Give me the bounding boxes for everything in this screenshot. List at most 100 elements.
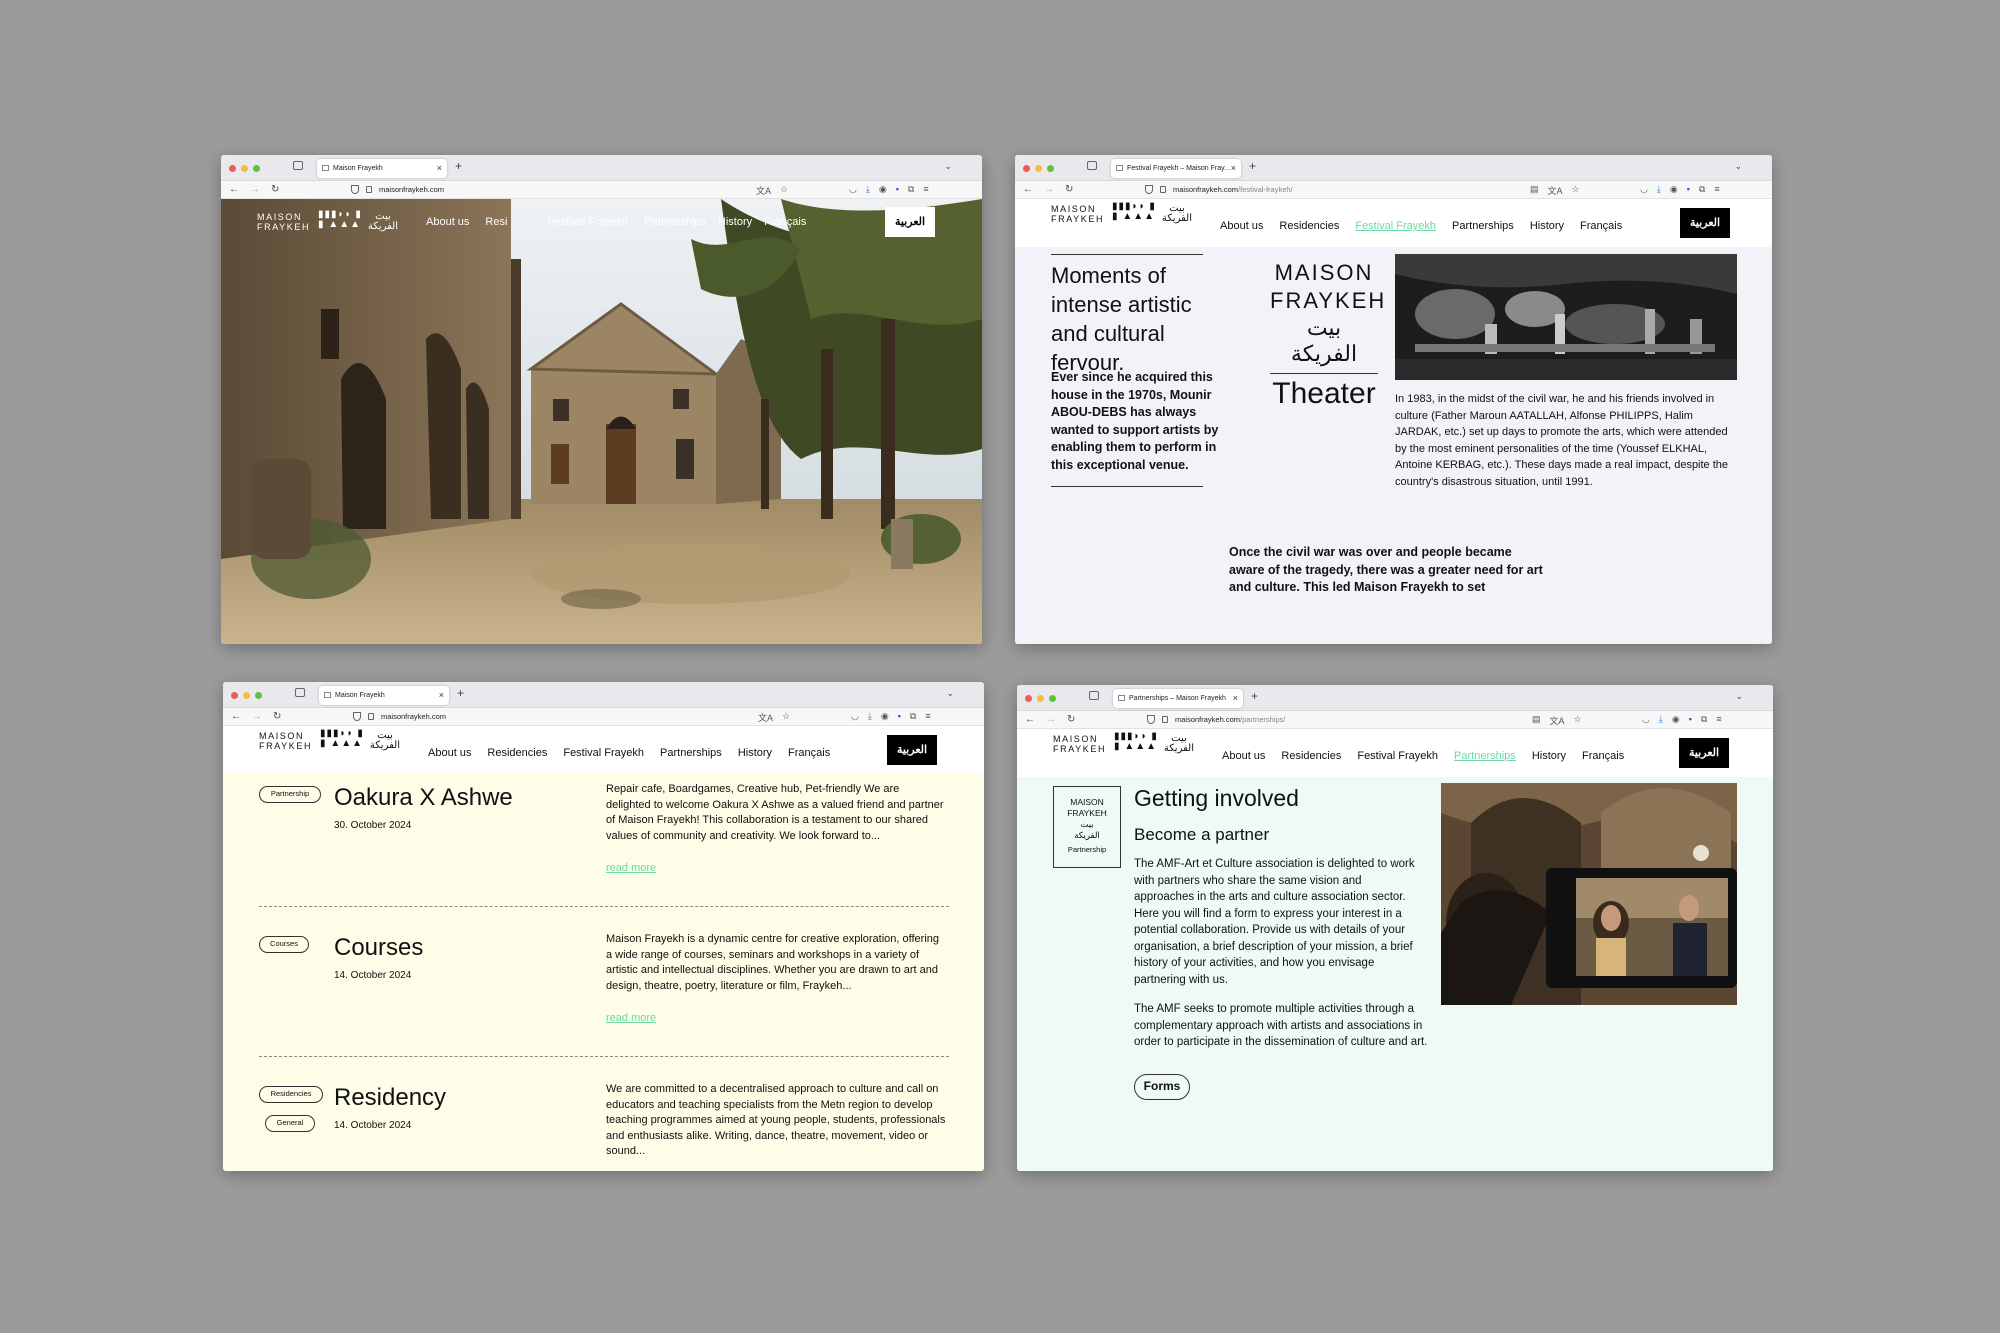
reader-view-icon[interactable]: ▤ (1530, 184, 1539, 197)
back-icon[interactable]: ← (1023, 184, 1033, 195)
puzzle-icon[interactable]: ⧉ (908, 184, 914, 195)
menu-item-residencies[interactable]: Residencies (1281, 750, 1341, 762)
forward-icon[interactable]: → (1044, 184, 1054, 195)
browser-tab[interactable]: Festival Frayekh – Maison Fray... × (1111, 159, 1241, 178)
menu-item-partnerships[interactable]: Partnerships (660, 747, 722, 759)
post-tag[interactable]: Courses (259, 936, 309, 953)
window-controls[interactable] (1023, 165, 1054, 172)
close-window-icon[interactable] (231, 692, 238, 699)
extension-icon[interactable]: ▪ (896, 184, 899, 195)
menu-item-history[interactable]: History (1530, 220, 1564, 232)
forms-button[interactable]: Forms (1134, 1074, 1190, 1100)
browser-tab[interactable]: Maison Frayekh × (317, 159, 447, 178)
tab-overview-icon[interactable] (295, 688, 305, 697)
minimize-window-icon[interactable] (241, 165, 248, 172)
tab-list-chevron-icon[interactable]: ⌄ (1735, 691, 1743, 702)
menu-item-festival-frayekh[interactable]: Festival Frayekh (563, 747, 644, 759)
menu-item-about-us[interactable]: About us (1222, 750, 1265, 762)
back-icon[interactable]: ← (229, 184, 239, 195)
url-field[interactable]: maisonfraykeh.com/festival-fraykeh/ (1173, 185, 1293, 194)
window-controls[interactable] (231, 692, 262, 699)
menu-item-festival-frayekh-active[interactable]: Festival Frayekh (1355, 220, 1436, 232)
post-title[interactable]: Oakura X Ashwe (334, 784, 513, 812)
menu-item-francais[interactable]: Français (1580, 220, 1622, 232)
close-window-icon[interactable] (229, 165, 236, 172)
pocket-icon[interactable]: ◡ (851, 711, 859, 722)
post-tag[interactable]: General (265, 1115, 315, 1132)
download-icon[interactable]: ⤓ (868, 711, 872, 722)
read-more-link[interactable]: read more (606, 862, 656, 874)
account-icon[interactable]: ◉ (1670, 184, 1678, 195)
menu-item-partnerships[interactable]: Partnerships (1452, 220, 1514, 232)
account-icon[interactable]: ◉ (1672, 714, 1680, 725)
pocket-icon[interactable]: ◡ (1642, 714, 1650, 725)
lock-icon[interactable] (1160, 186, 1166, 193)
shield-icon[interactable] (1145, 185, 1153, 194)
reload-icon[interactable]: ↻ (1067, 714, 1075, 725)
minimize-window-icon[interactable] (1035, 165, 1042, 172)
maximize-window-icon[interactable] (1047, 165, 1054, 172)
bookmark-star-icon[interactable]: ☆ (780, 184, 788, 197)
new-tab-button[interactable]: + (1251, 689, 1258, 703)
post-title[interactable]: Residency (334, 1084, 446, 1112)
translate-icon[interactable]: 文A (1550, 714, 1565, 727)
lock-icon[interactable] (368, 713, 374, 720)
back-icon[interactable]: ← (231, 711, 241, 722)
menu-item-francais[interactable]: Français (1582, 750, 1624, 762)
arabic-language-button[interactable]: العربية (887, 735, 937, 765)
post-tag[interactable]: Partnership (259, 786, 321, 803)
maximize-window-icon[interactable] (255, 692, 262, 699)
forward-icon[interactable]: → (250, 184, 260, 195)
menu-item-partnerships[interactable]: Partnerships (644, 216, 706, 228)
tab-overview-icon[interactable] (1089, 691, 1099, 700)
minimize-window-icon[interactable] (243, 692, 250, 699)
menu-item-francais[interactable]: Français (788, 747, 830, 759)
menu-item-festival-frayekh[interactable]: Festival Frayekh (1357, 750, 1438, 762)
menu-item-partnerships-active[interactable]: Partnerships (1454, 750, 1516, 762)
puzzle-icon[interactable]: ⧉ (1699, 184, 1705, 195)
read-more-link[interactable]: read more (606, 1012, 656, 1024)
menu-item-history[interactable]: History (1532, 750, 1566, 762)
menu-item-residencies[interactable]: Residencies (1279, 220, 1339, 232)
download-icon[interactable]: ⤓ (1659, 714, 1663, 725)
site-logo[interactable]: MAISON FRAYKEH ▮▮▮◗◗ ▮ ▮ ▲▲▲ بيت الفريكة (259, 729, 400, 752)
account-icon[interactable]: ◉ (879, 184, 887, 195)
close-window-icon[interactable] (1023, 165, 1030, 172)
menu-icon[interactable]: ≡ (925, 711, 930, 722)
puzzle-icon[interactable]: ⧉ (1701, 714, 1707, 725)
window-controls[interactable] (1025, 695, 1056, 702)
window-controls[interactable] (229, 165, 260, 172)
extension-icon[interactable]: ▪ (1689, 714, 1692, 725)
reload-icon[interactable]: ↻ (273, 711, 281, 722)
pocket-icon[interactable]: ◡ (849, 184, 857, 195)
url-field[interactable]: maisonfraykeh.com/partnerships/ (1175, 715, 1285, 724)
site-logo[interactable]: MAISON FRAYKEH ▮▮▮◗◗ ▮ ▮ ▲▲▲ بيت الفريكة (257, 210, 398, 233)
translate-icon[interactable]: 文A (756, 184, 771, 197)
menu-item-residencies[interactable]: Residencies (487, 747, 547, 759)
new-tab-button[interactable]: + (1249, 159, 1256, 173)
reader-view-icon[interactable]: ▤ (1532, 714, 1541, 727)
extension-icon[interactable]: ▪ (898, 711, 901, 722)
arabic-language-button[interactable]: العربية (1680, 208, 1730, 238)
menu-item-about-us[interactable]: About us (426, 216, 469, 228)
menu-item-about-us[interactable]: About us (1220, 220, 1263, 232)
reload-icon[interactable]: ↻ (1065, 184, 1073, 195)
minimize-window-icon[interactable] (1037, 695, 1044, 702)
bookmark-star-icon[interactable]: ☆ (1572, 184, 1580, 197)
menu-icon[interactable]: ≡ (1714, 184, 1719, 195)
menu-item-history[interactable]: History (738, 747, 772, 759)
bookmark-star-icon[interactable]: ☆ (782, 711, 790, 724)
browser-tab[interactable]: Maison Frayekh × (319, 686, 449, 705)
download-icon[interactable]: ⤓ (866, 184, 870, 195)
menu-icon[interactable]: ≡ (923, 184, 928, 195)
translate-icon[interactable]: 文A (758, 711, 773, 724)
new-tab-button[interactable]: + (455, 159, 462, 173)
menu-item-residencies[interactable]: Resi (485, 216, 507, 228)
shield-icon[interactable] (351, 185, 359, 194)
lock-icon[interactable] (366, 186, 372, 193)
download-icon[interactable]: ⤓ (1657, 184, 1661, 195)
reload-icon[interactable]: ↻ (271, 184, 279, 195)
back-icon[interactable]: ← (1025, 714, 1035, 725)
menu-item-festival-frayekh[interactable]: Festival Frayekh (547, 216, 628, 228)
arabic-language-button[interactable]: العربية (1679, 738, 1729, 768)
